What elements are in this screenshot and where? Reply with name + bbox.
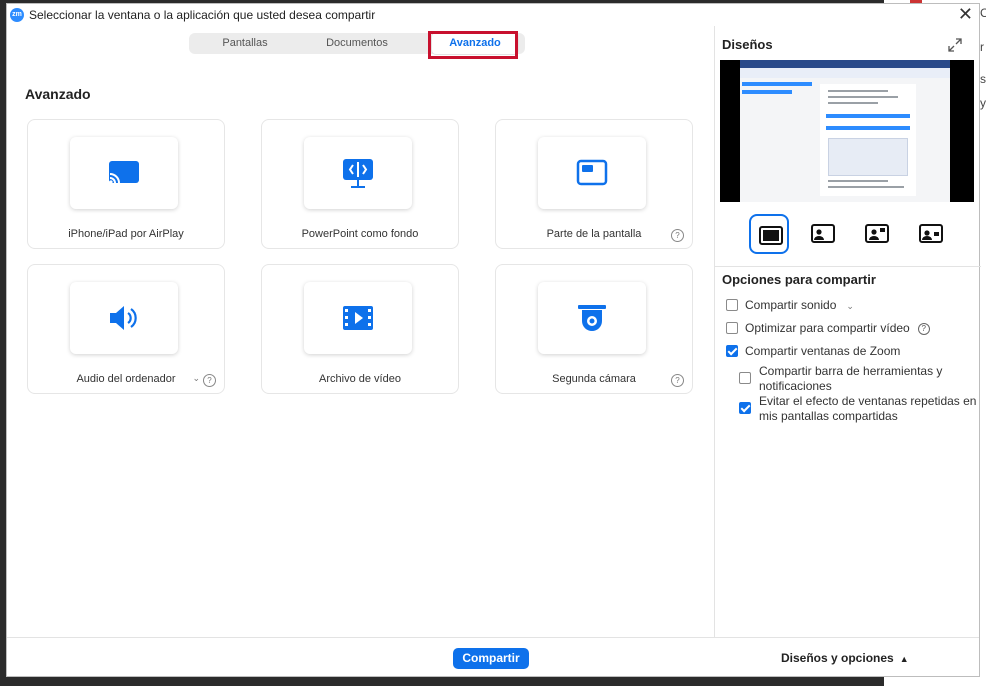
layout-option-presenter-center[interactable]: [857, 214, 897, 254]
preview-line: [828, 180, 888, 182]
preview-line: [828, 186, 904, 188]
preview-screen: [740, 60, 950, 202]
preview-line: [828, 90, 888, 92]
tab-highlight-box: [428, 31, 518, 59]
tab-documentos[interactable]: Documentos: [301, 33, 413, 54]
card-tile: [70, 282, 178, 354]
share-options-title: Opciones para compartir: [722, 272, 876, 287]
preview-block: [742, 82, 812, 86]
card-tile: [304, 137, 412, 209]
panel-divider: [714, 26, 715, 638]
background-text: y: [980, 96, 986, 110]
layout-preview: [720, 60, 974, 202]
airplay-icon: [109, 161, 139, 184]
preview-block: [826, 126, 910, 130]
card-label: iPhone/iPad por AirPlay: [68, 228, 184, 240]
card-tile: [538, 137, 646, 209]
card-tile: [538, 282, 646, 354]
layouts-and-options-toggle[interactable]: Diseños y opciones ▲: [781, 651, 909, 665]
layout-option-presenter-right[interactable]: [911, 214, 951, 254]
preview-line: [828, 96, 898, 98]
share-zoom-windows-checkbox[interactable]: [726, 345, 738, 357]
help-icon[interactable]: ?: [203, 374, 216, 387]
card-label: Parte de la pantalla: [546, 228, 642, 240]
share-screen-dialog: zm Seleccionar la ventana o la aplicació…: [6, 3, 981, 677]
background-text: C: [980, 6, 986, 20]
card-airplay[interactable]: iPhone/iPad por AirPlay: [27, 119, 225, 249]
close-icon[interactable]: ✕: [958, 5, 973, 23]
avoid-repeat-checkbox[interactable]: [739, 402, 751, 414]
screen-left-presenter-layout-icon: [811, 224, 835, 243]
help-icon[interactable]: ?: [671, 374, 684, 387]
screen-center-presenter-layout-icon: [865, 224, 889, 243]
screen-only-layout-icon: [759, 226, 783, 245]
card-label: PowerPoint como fondo: [301, 228, 419, 240]
card-powerpoint-background[interactable]: PowerPoint como fondo: [261, 119, 459, 249]
footer-divider: [7, 637, 979, 638]
chevron-down-icon[interactable]: ⌄: [846, 299, 854, 314]
layouts-and-options-label: Diseños y opciones: [781, 651, 894, 665]
preview-line: [828, 102, 878, 104]
card-screen-portion[interactable]: Parte de la pantalla ?: [495, 119, 693, 249]
preview-toolbar: [740, 60, 950, 68]
section-title: Avanzado: [25, 86, 91, 102]
expand-icon[interactable]: [948, 38, 962, 52]
title-bar: zm Seleccionar la ventana o la aplicació…: [7, 4, 979, 26]
screen-portion-icon: [576, 159, 608, 186]
help-icon[interactable]: ?: [671, 229, 684, 242]
window-title: Seleccionar la ventana o la aplicación q…: [29, 8, 376, 22]
preview-screenshot: [828, 138, 908, 176]
preview-document: [820, 84, 916, 196]
background-text: s: [980, 72, 986, 86]
layout-option-screen-only[interactable]: [749, 214, 789, 254]
options-divider: [715, 266, 981, 267]
card-computer-audio[interactable]: Audio del ordenador ⌄ ?: [27, 264, 225, 394]
card-video-file[interactable]: Archivo de vídeo: [261, 264, 459, 394]
preview-ribbon: [740, 68, 950, 78]
share-zoom-windows-label: Compartir ventanas de Zoom: [745, 344, 901, 358]
card-tile: [304, 282, 412, 354]
preview-block: [742, 90, 792, 94]
card-label: Archivo de vídeo: [319, 373, 401, 385]
layouts-title: Diseños: [722, 37, 773, 52]
video-file-icon: [343, 306, 373, 330]
help-icon[interactable]: ?: [917, 322, 930, 335]
speaker-icon: [110, 306, 137, 330]
screen-right-presenter-layout-icon: [919, 224, 943, 243]
layout-option-presenter-left[interactable]: [803, 214, 843, 254]
share-toolbar-label: Compartir barra de herramientas y notifi…: [759, 364, 943, 393]
preview-block: [826, 114, 910, 118]
share-sound-checkbox[interactable]: [726, 299, 738, 311]
layout-options: [749, 214, 981, 258]
share-sound-option: Compartir sonido ⌄: [745, 298, 854, 314]
optimize-video-label: Optimizar para compartir vídeo: [745, 321, 910, 335]
chevron-down-icon[interactable]: ⌄: [192, 373, 200, 384]
caret-up-icon: ▲: [899, 654, 909, 664]
second-camera-icon: [578, 305, 606, 331]
background-text: r: [980, 40, 984, 54]
optimize-video-option: Optimizar para compartir vídeo?: [745, 321, 930, 336]
zoom-logo-icon: zm: [10, 8, 24, 22]
card-tile: [70, 137, 178, 209]
powerpoint-background-icon: [343, 159, 373, 188]
card-label: Segunda cámara: [552, 373, 636, 385]
tab-pantallas[interactable]: Pantallas: [189, 33, 301, 54]
card-second-camera[interactable]: Segunda cámara ?: [495, 264, 693, 394]
share-toolbar-checkbox[interactable]: [739, 372, 751, 384]
share-sound-label: Compartir sonido: [745, 298, 837, 312]
avoid-repeat-label: Evitar el efecto de ventanas repetidas e…: [759, 394, 977, 423]
optimize-video-checkbox[interactable]: [726, 322, 738, 334]
share-button[interactable]: Compartir: [453, 648, 529, 669]
